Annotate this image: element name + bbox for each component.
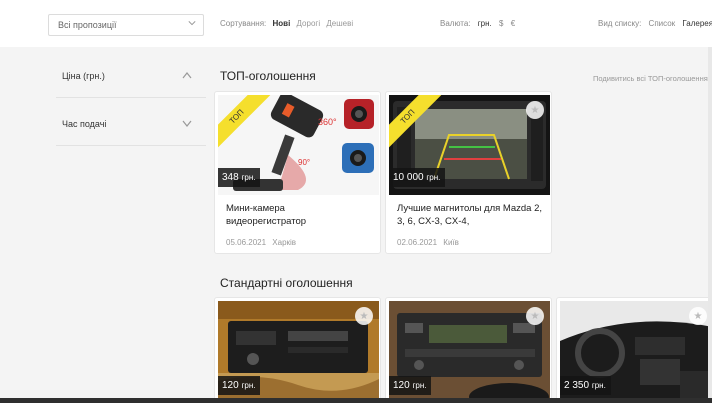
sort-control: Сортування: Нові Дорогі Дешеві — [220, 19, 353, 28]
ad-date: 05.06.2021 — [226, 238, 267, 247]
view-label: Вид списку: — [598, 19, 642, 28]
see-all-top-link[interactable]: Подивитись всі ТОП-оголошення — [593, 74, 708, 83]
bottom-bar — [0, 398, 712, 403]
currency-option-eur[interactable]: € — [511, 19, 515, 28]
favorite-star-icon[interactable]: ★ — [526, 307, 544, 325]
ad-card[interactable]: ★ 120 грн. — [214, 297, 381, 403]
currency-option-uah[interactable]: грн. — [478, 19, 492, 28]
ad-city: Харків — [272, 238, 297, 247]
price-tag: 120 грн. — [389, 376, 432, 395]
ad-meta: 02.06.2021 Київ — [397, 238, 459, 247]
proposal-select-value: Всі пропозиції — [58, 20, 117, 30]
ad-card[interactable]: ★ 2 350 грн. — [556, 297, 712, 403]
price-currency: грн. — [591, 381, 606, 390]
view-option-list[interactable]: Список — [649, 19, 676, 28]
top-section-title: ТОП-оголошення — [220, 69, 316, 83]
ad-card[interactable]: ★ 120 грн. — [385, 297, 552, 403]
scrollbar[interactable] — [708, 47, 712, 402]
ad-date: 02.06.2021 — [397, 238, 438, 247]
sidebar-item-price[interactable]: Ціна (грн.) — [56, 50, 206, 98]
currency-control: Валюта: грн. $ € — [440, 19, 515, 28]
proposal-select[interactable]: Всі пропозиції — [48, 14, 204, 36]
currency-label: Валюта: — [440, 19, 471, 28]
favorite-star-icon[interactable]: ★ — [689, 307, 707, 325]
chevron-down-icon — [182, 120, 192, 127]
price-currency: грн. — [241, 173, 256, 182]
ad-card[interactable]: 360° 90° ТОП 348 грн. Мини-камера видеор… — [214, 91, 381, 254]
view-option-gallery[interactable]: Галерея — [682, 19, 712, 28]
price-currency: грн. — [412, 381, 427, 390]
car-radio-photo: ★ 120 грн. — [389, 301, 550, 401]
currency-option-usd[interactable]: $ — [499, 19, 503, 28]
sort-label: Сортування: — [220, 19, 267, 28]
filter-bar: Всі пропозиції Сортування: Нові Дорогі Д… — [0, 0, 712, 47]
price-tag: 120 грн. — [218, 376, 261, 395]
favorite-star-icon[interactable]: ★ — [355, 307, 373, 325]
standard-section-title: Стандартні оголошення — [220, 276, 353, 290]
chevron-up-icon — [182, 72, 192, 79]
price-tag: 10 000 грн. — [389, 168, 446, 187]
sort-option-expensive[interactable]: Дорогі — [297, 19, 321, 28]
mini-camera-photo: 360° 90° ТОП 348 грн. — [218, 95, 379, 195]
sidebar: Ціна (грн.) Час подачі — [56, 50, 206, 146]
sort-option-new[interactable]: Нові — [273, 19, 291, 28]
ad-city: Київ — [443, 238, 459, 247]
price-currency: грн. — [426, 173, 441, 182]
sidebar-item-label: Ціна (грн.) — [62, 71, 105, 81]
favorite-star-icon[interactable]: ★ — [526, 101, 544, 119]
price-value: 10 000 — [393, 172, 424, 183]
price-value: 2 350 — [564, 380, 590, 391]
price-value: 120 — [222, 380, 239, 391]
ad-card[interactable]: ТОП ★ 10 000 грн. Лучшие магнитолы для M… — [385, 91, 552, 254]
ad-title[interactable]: Мини-камера видеорегистратор — [226, 202, 366, 228]
cassette-radio-photo: ★ 120 грн. — [218, 301, 379, 401]
svg-text:360°: 360° — [318, 117, 337, 127]
ad-title[interactable]: Лучшие магнитолы для Mazda 2, 3, 6, CX-3… — [397, 202, 547, 228]
car-stereo-screen-photo: ТОП ★ 10 000 грн. — [389, 95, 550, 195]
price-tag: 348 грн. — [218, 168, 261, 187]
price-value: 120 — [393, 380, 410, 391]
price-value: 348 — [222, 172, 239, 183]
svg-text:90°: 90° — [298, 158, 310, 167]
sort-option-cheap[interactable]: Дешеві — [326, 19, 353, 28]
price-tag: 2 350 грн. — [560, 376, 611, 395]
price-currency: грн. — [241, 381, 256, 390]
sidebar-item-time[interactable]: Час подачі — [56, 98, 206, 146]
page: Всі пропозиції Сортування: Нові Дорогі Д… — [0, 0, 712, 403]
sidebar-item-label: Час подачі — [62, 119, 107, 129]
car-interior-photo: ★ 2 350 грн. — [560, 301, 711, 401]
chevron-down-icon — [188, 21, 196, 26]
view-control: Вид списку: Список Галерея — [598, 19, 712, 28]
ad-meta: 05.06.2021 Харків — [226, 238, 296, 247]
